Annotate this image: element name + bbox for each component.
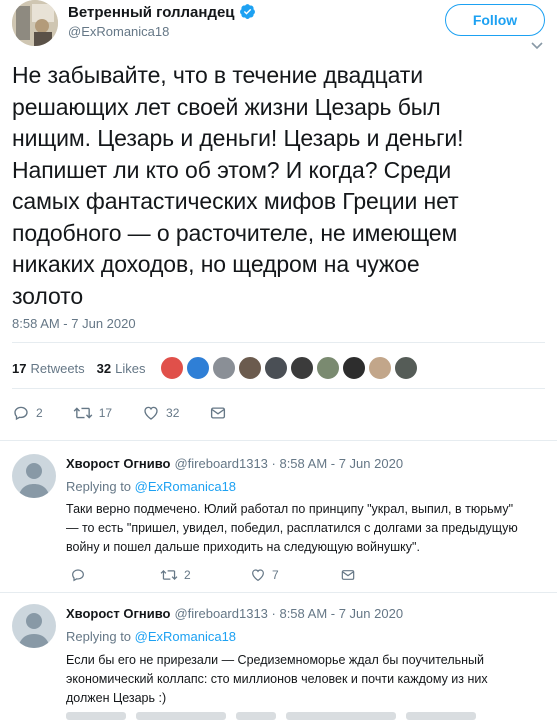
like-icon <box>144 406 158 420</box>
replying-prefix: Replying to <box>66 479 132 494</box>
tweet-stats: 17 Retweets 32 Likes <box>12 354 158 382</box>
liker-avatar[interactable] <box>316 356 340 380</box>
tweet-timestamp[interactable]: 8:58 AM - 7 Jun 2020 <box>12 316 136 331</box>
reply-author[interactable]: Хворост Огниво @fireboard1313 · 8:58 AM -… <box>66 456 403 471</box>
reply-author-name[interactable]: Хворост Огниво <box>66 606 170 621</box>
default-avatar-icon <box>18 463 50 498</box>
liker-avatar[interactable] <box>290 356 314 380</box>
replying-prefix: Replying to <box>66 629 132 644</box>
retweets-label: Retweets <box>30 360 85 376</box>
reply-author-name[interactable]: Хворост Огниво <box>66 456 170 471</box>
liker-avatar[interactable] <box>342 356 366 380</box>
reply-actions: 2 7 <box>70 567 430 583</box>
reply-avatar[interactable] <box>12 604 56 648</box>
liker-avatar[interactable] <box>160 356 184 380</box>
retweet-icon <box>73 407 93 419</box>
like-count: 7 <box>272 568 279 582</box>
liker-avatar[interactable] <box>264 356 288 380</box>
retweets-count: 17 <box>12 360 27 376</box>
tweet-text: Не забывайте, что в течение двадцати реш… <box>12 62 464 309</box>
author-handle[interactable]: @ExRomanica18 <box>68 24 169 39</box>
like-button[interactable]: 32 <box>142 404 179 422</box>
like-count: 32 <box>166 406 180 420</box>
follow-button[interactable]: Follow <box>445 4 545 36</box>
liker-avatar[interactable] <box>186 356 210 380</box>
reply-count: 2 <box>36 406 43 420</box>
reply-icon <box>14 406 28 421</box>
likes-count: 32 <box>96 360 112 376</box>
like-icon <box>252 569 264 582</box>
reply-button[interactable] <box>70 567 160 583</box>
reply-meta: @fireboard1313 · 8:58 AM - 7 Jun 2020 <box>174 456 404 471</box>
tweet-actions: 2 17 32 <box>12 402 263 424</box>
retweet-count: 2 <box>184 568 191 582</box>
chevron-down-icon[interactable] <box>531 42 543 50</box>
reply-icon <box>72 569 84 582</box>
liker-avatar[interactable] <box>212 356 236 380</box>
truncated-content <box>66 712 536 722</box>
replying-to-link[interactable]: @ExRomanica18 <box>135 479 236 494</box>
divider <box>12 342 545 343</box>
reply-text: Таки верно подмечено. Юлий работал по пр… <box>66 502 518 554</box>
replying-to: Replying to @ExRomanica18 <box>66 479 236 494</box>
reply-item[interactable]: Хворост Огниво @fireboard1313 · 8:58 AM -… <box>0 440 557 590</box>
retweet-button[interactable]: 2 <box>160 567 250 583</box>
message-icon <box>341 570 355 580</box>
retweet-button[interactable]: 17 <box>73 404 112 422</box>
likers-avatars <box>160 356 420 380</box>
message-icon <box>211 407 226 419</box>
message-button[interactable] <box>340 567 430 583</box>
verified-icon <box>239 4 255 19</box>
retweets-stat[interactable]: 17 Retweets <box>12 361 85 376</box>
retweet-icon <box>160 569 178 581</box>
author-name-text[interactable]: Ветренный голландец <box>68 4 235 21</box>
liker-avatar[interactable] <box>394 356 418 380</box>
reply-author[interactable]: Хворост Огниво @fireboard1313 · 8:58 AM -… <box>66 606 403 621</box>
likes-label: Likes <box>115 360 146 376</box>
replying-to-link[interactable]: @ExRomanica18 <box>135 629 236 644</box>
replying-to: Replying to @ExRomanica18 <box>66 629 236 644</box>
divider <box>12 388 545 389</box>
message-button[interactable] <box>209 404 233 422</box>
liker-avatar[interactable] <box>238 356 262 380</box>
liker-avatar[interactable] <box>368 356 392 380</box>
tweet-header: Ветренный голландец @ExRomanica18 Follow <box>12 0 545 52</box>
author-name[interactable]: Ветренный голландец <box>68 3 256 21</box>
reply-item[interactable]: Хворост Огниво @fireboard1313 · 8:58 AM -… <box>0 592 557 722</box>
reply-button[interactable]: 2 <box>12 404 43 422</box>
reply-meta: @fireboard1313 · 8:58 AM - 7 Jun 2020 <box>174 606 404 621</box>
default-avatar-icon <box>18 613 50 648</box>
reply-avatar[interactable] <box>12 454 56 498</box>
reply-text: Если бы его не прирезали — Средиземномор… <box>66 653 488 705</box>
retweet-count: 17 <box>98 406 113 420</box>
author-avatar[interactable] <box>12 0 58 46</box>
like-button[interactable]: 7 <box>250 567 340 583</box>
likes-stat[interactable]: 32 Likes <box>97 361 146 376</box>
